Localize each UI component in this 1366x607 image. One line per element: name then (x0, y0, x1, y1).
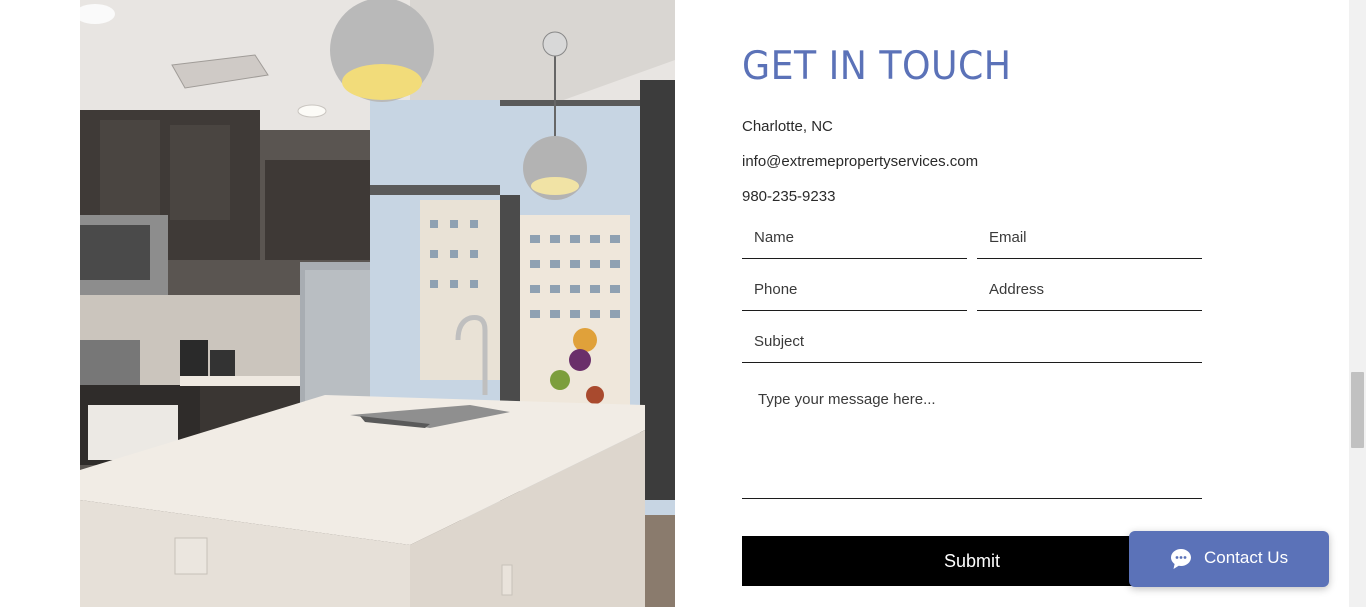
subject-field[interactable]: Subject (742, 327, 1202, 363)
email-link[interactable]: info@extremepropertyservices.com (742, 153, 978, 170)
address-field[interactable]: Address (977, 275, 1202, 311)
subject-field-placeholder: Subject (754, 333, 805, 350)
scrollbar-track[interactable] (1349, 0, 1366, 607)
phone-field[interactable]: Phone (742, 275, 967, 311)
contact-us-widget-button[interactable]: Contact Us (1129, 531, 1329, 587)
name-field-placeholder: Name (754, 229, 795, 246)
message-textarea[interactable]: Type your message here... (742, 378, 1202, 499)
address-field-placeholder: Address (989, 281, 1045, 298)
page: GET IN TOUCH Charlotte, NC info@extremep… (0, 0, 1366, 607)
phone-field-placeholder: Phone (754, 281, 798, 298)
location-text: Charlotte, NC (742, 118, 833, 135)
name-field[interactable]: Name (742, 223, 967, 259)
page-title: GET IN TOUCH (742, 44, 1012, 89)
message-placeholder: Type your message here... (758, 391, 936, 408)
phone-link[interactable]: 980-235-9233 (742, 188, 835, 205)
email-field[interactable]: Email (977, 223, 1202, 259)
email-field-placeholder: Email (989, 229, 1027, 246)
contact-us-label: Contact Us (1204, 548, 1289, 567)
scrollbar-thumb[interactable] (1351, 372, 1364, 448)
kitchen-photo (80, 0, 675, 607)
chat-bubble-icon (1171, 549, 1191, 569)
